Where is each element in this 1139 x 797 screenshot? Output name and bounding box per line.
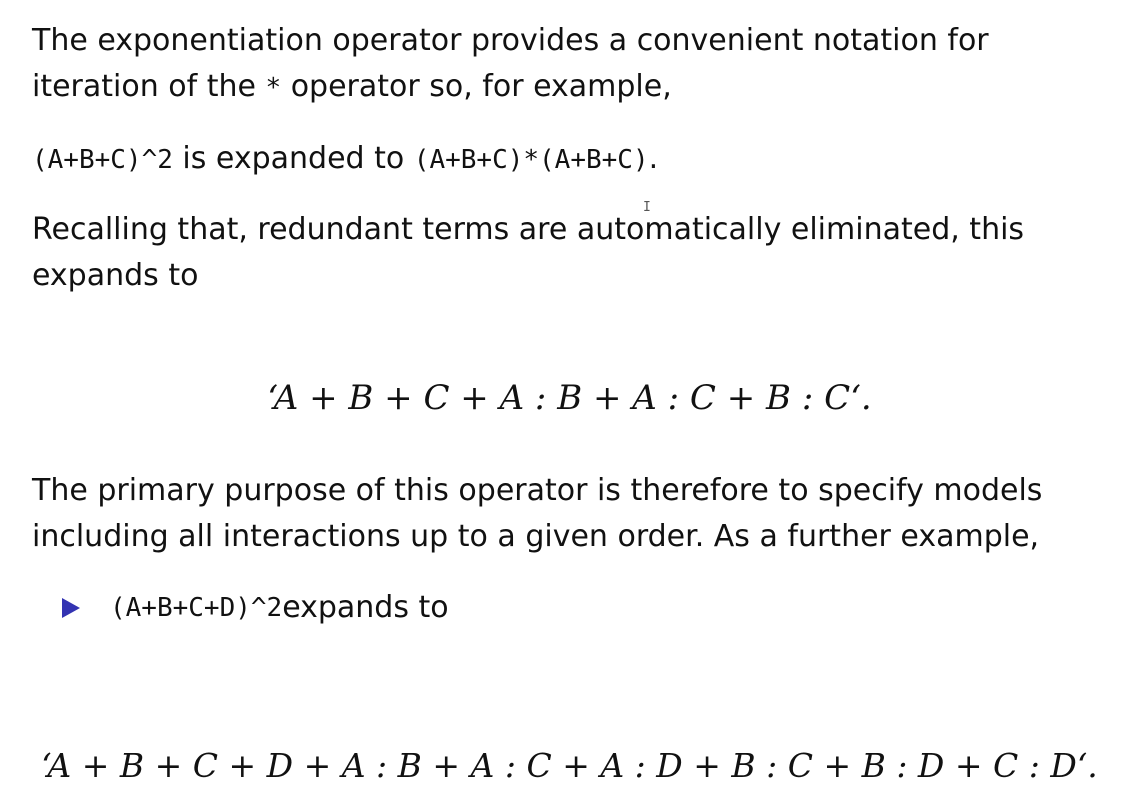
paragraph-line: The primary purpose of this operator is … <box>32 473 1043 508</box>
paragraph-line: including all interactions up to a given… <box>32 519 1040 554</box>
code-expression: (A+B+C)*(A+B+C) <box>413 145 649 175</box>
paragraph-line: expands to <box>32 258 199 293</box>
code-expression: (A+B+C)^2 <box>32 145 173 175</box>
paragraph-example-expansion: (A+B+C)^2 is expanded to (A+B+C)*(A+B+C)… <box>32 136 658 183</box>
code-expression: (A+B+C+D)^2 <box>110 593 283 623</box>
text-fragment: operator so, for example, <box>281 69 672 104</box>
formula-four-terms: ‘A + B + C + D + A : B + A : C + A : D +… <box>41 746 1098 785</box>
code-operator: * <box>265 73 282 103</box>
paragraph-line: iteration of the * operator so, for exam… <box>32 64 989 111</box>
formula-three-terms: ‘A + B + C + A : B + A : C + B : C‘. <box>267 378 872 418</box>
text-fragment: expands to <box>282 590 449 625</box>
slide-content: The exponentiation operator provides a c… <box>0 0 1139 797</box>
text-fragment: is expanded to <box>172 141 414 176</box>
text-fragment: iteration of the <box>32 69 266 104</box>
text-fragment: . <box>648 141 659 176</box>
triangle-bullet-icon <box>62 598 80 618</box>
paragraph-line: Recalling that, redundant terms are auto… <box>32 212 1025 247</box>
paragraph-primary-purpose: The primary purpose of this operator is … <box>32 468 1042 560</box>
paragraph-line: The exponentiation operator provides a c… <box>32 23 989 58</box>
paragraph-exponentiation-intro: The exponentiation operator provides a c… <box>32 18 989 111</box>
paragraph-redundant-terms: Recalling that, redundant terms are auto… <box>32 207 1024 299</box>
bullet-item: (A+B+C+D)^2 expands to <box>60 585 449 631</box>
